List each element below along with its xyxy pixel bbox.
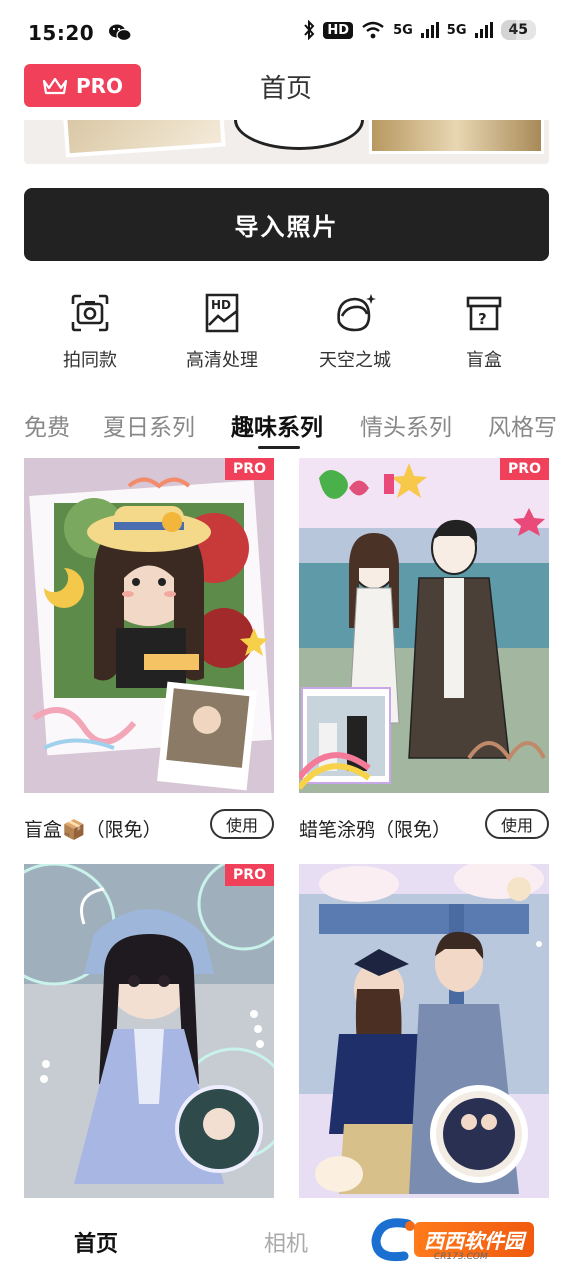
nav-camera[interactable]: 相机 <box>264 1226 308 1258</box>
status-bar: 15:20 HD 5G 5G 45 <box>0 0 572 66</box>
header: PRO 首页 <box>0 60 572 112</box>
pro-tag: PRO <box>225 864 274 886</box>
battery-level: 45 <box>508 22 528 38</box>
network-5g-label: 5G <box>393 22 413 38</box>
hd-image-icon: HD <box>205 293 239 333</box>
wechat-icon <box>109 24 132 42</box>
tab-couple[interactable]: 情头系列 <box>360 408 452 442</box>
tool-row: 拍同款 HD 高清处理 天空之城 ? 盲盒 <box>24 292 549 382</box>
tool-label: 高清处理 <box>186 350 258 371</box>
banner-image-2 <box>234 120 364 150</box>
card-footer: 蜡笔涂鸦（限免） 使用 <box>299 793 549 855</box>
watermark-logo <box>371 1218 415 1262</box>
wifi-icon <box>362 21 384 39</box>
card-footer: 盲盒📦（限免） 使用 <box>24 793 274 855</box>
pro-tag: PRO <box>225 458 274 480</box>
svg-text:HD: HD <box>211 298 231 312</box>
tool-sky-city[interactable]: 天空之城 <box>300 292 410 372</box>
tab-free[interactable]: 免费 <box>24 408 70 442</box>
status-time: 15:20 <box>28 21 95 45</box>
tool-shoot-same[interactable]: 拍同款 <box>35 292 145 372</box>
use-button[interactable]: 使用 <box>210 809 274 839</box>
mystery-box-icon: ? <box>466 296 502 331</box>
banner-carousel[interactable] <box>24 120 549 164</box>
import-photo-button[interactable]: 导入照片 <box>24 188 549 261</box>
watermark-subtext: CR173.COM <box>434 1252 488 1262</box>
banner-image-1 <box>62 120 226 158</box>
tab-underline <box>258 446 300 449</box>
card-title: 盲盒📦（限免） <box>24 819 162 841</box>
tab-summer[interactable]: 夏日系列 <box>103 408 195 442</box>
template-preview-image: PRO <box>299 458 549 793</box>
template-card-doll[interactable]: PRO <box>24 864 274 1198</box>
bluetooth-icon <box>304 20 315 40</box>
page-title: 首页 <box>259 74 312 104</box>
template-card-blindbox[interactable]: PRO 盲盒📦（限免） 使用 <box>24 458 274 855</box>
tool-label: 拍同款 <box>63 350 117 371</box>
site-watermark: 西西软件园 CR173.COM <box>370 1208 570 1268</box>
signal-icon-2 <box>474 22 493 38</box>
use-button[interactable]: 使用 <box>485 809 549 839</box>
battery-indicator: 45 <box>500 20 536 40</box>
template-preview-image: PRO <box>24 864 274 1198</box>
card-title: 蜡笔涂鸦（限免） <box>299 819 452 841</box>
tool-label: 天空之城 <box>319 350 391 371</box>
svg-text:?: ? <box>478 310 487 328</box>
banner-image-3 <box>369 120 544 154</box>
template-card-graduation[interactable] <box>299 864 549 1198</box>
tool-label: 盲盒 <box>466 350 502 371</box>
template-preview-image: PRO <box>24 458 274 793</box>
camera-icon <box>71 294 109 332</box>
nav-home[interactable]: 首页 <box>74 1226 118 1258</box>
tab-fun[interactable]: 趣味系列 <box>231 408 323 442</box>
graduation-illustration <box>299 864 549 1198</box>
tool-hd-process[interactable]: HD 高清处理 <box>167 292 277 372</box>
tool-mystery-box[interactable]: ? 盲盒 <box>429 292 539 372</box>
blindbox-illustration <box>24 458 274 793</box>
status-icons: HD 5G 5G 45 <box>303 20 536 40</box>
doll-illustration <box>24 864 274 1198</box>
network-5g-label-2: 5G <box>446 22 467 38</box>
category-tabs: 免费 夏日系列 趣味系列 情头系列 风格写 <box>0 404 572 450</box>
crayon-illustration <box>299 458 549 793</box>
template-preview-image <box>299 864 549 1198</box>
signal-icon <box>420 22 439 38</box>
hd-voice-badge: HD <box>323 21 354 39</box>
tab-style[interactable]: 风格写 <box>488 408 557 442</box>
face-sparkle-icon <box>337 294 376 332</box>
template-card-crayon[interactable]: PRO 蜡笔涂鸦（限免） 使用 <box>299 458 549 855</box>
pro-tag: PRO <box>500 458 549 480</box>
